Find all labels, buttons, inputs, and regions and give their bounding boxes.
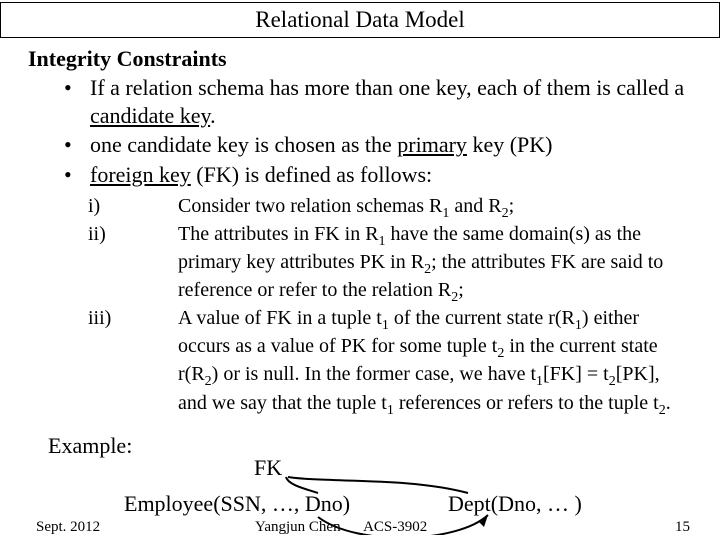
bullet-2-text-b: key (PK) <box>467 132 553 157</box>
footer-page: 15 <box>675 519 690 536</box>
footer-center: Yangjun Chen ACS-3902 <box>255 519 427 536</box>
bullet-1-underline: candidate key <box>90 103 210 128</box>
bullet-3-underline: foreign key <box>90 162 191 187</box>
bullet-1: If a relation schema has more than one k… <box>64 74 692 129</box>
section-heading: Integrity Constraints <box>28 46 692 72</box>
bullet-2-text-a: one candidate key is chosen as the <box>90 132 397 157</box>
bullet-list: If a relation schema has more than one k… <box>28 74 692 188</box>
roman-list: i) Consider two relation schemas R1 and … <box>88 194 692 419</box>
roman-ii: ii) The attributes in FK in R1 have the … <box>88 222 692 306</box>
footer-date: Sept. 2012 <box>36 519 100 536</box>
bullet-1-text-a: If a relation schema has more than one k… <box>90 75 684 100</box>
slide-body: Integrity Constraints If a relation sche… <box>0 38 720 535</box>
footer-course: ACS-3902 <box>363 519 427 535</box>
bullet-3: foreign key (FK) is defined as follows: <box>64 161 692 189</box>
roman-iii-num: iii) <box>88 306 178 418</box>
bullet-2: one candidate key is chosen as the prima… <box>64 131 692 159</box>
slide-title-text: Relational Data Model <box>255 7 465 32</box>
roman-i: i) Consider two relation schemas R1 and … <box>88 194 692 222</box>
roman-i-num: i) <box>88 194 178 222</box>
roman-i-text: Consider two relation schemas R1 and R2; <box>178 194 692 222</box>
footer-author: Yangjun Chen <box>255 519 341 535</box>
roman-iii-text: A value of FK in a tuple t1 of the curre… <box>178 306 692 418</box>
roman-ii-text: The attributes in FK in R1 have the same… <box>178 222 692 306</box>
bullet-2-underline: primary <box>397 132 467 157</box>
roman-iii: iii) A value of FK in a tuple t1 of the … <box>88 306 692 418</box>
roman-ii-num: ii) <box>88 222 178 306</box>
bullet-3-text: (FK) is defined as follows: <box>191 162 432 187</box>
bullet-1-text-b: . <box>210 103 216 128</box>
slide-title: Relational Data Model <box>0 2 720 38</box>
